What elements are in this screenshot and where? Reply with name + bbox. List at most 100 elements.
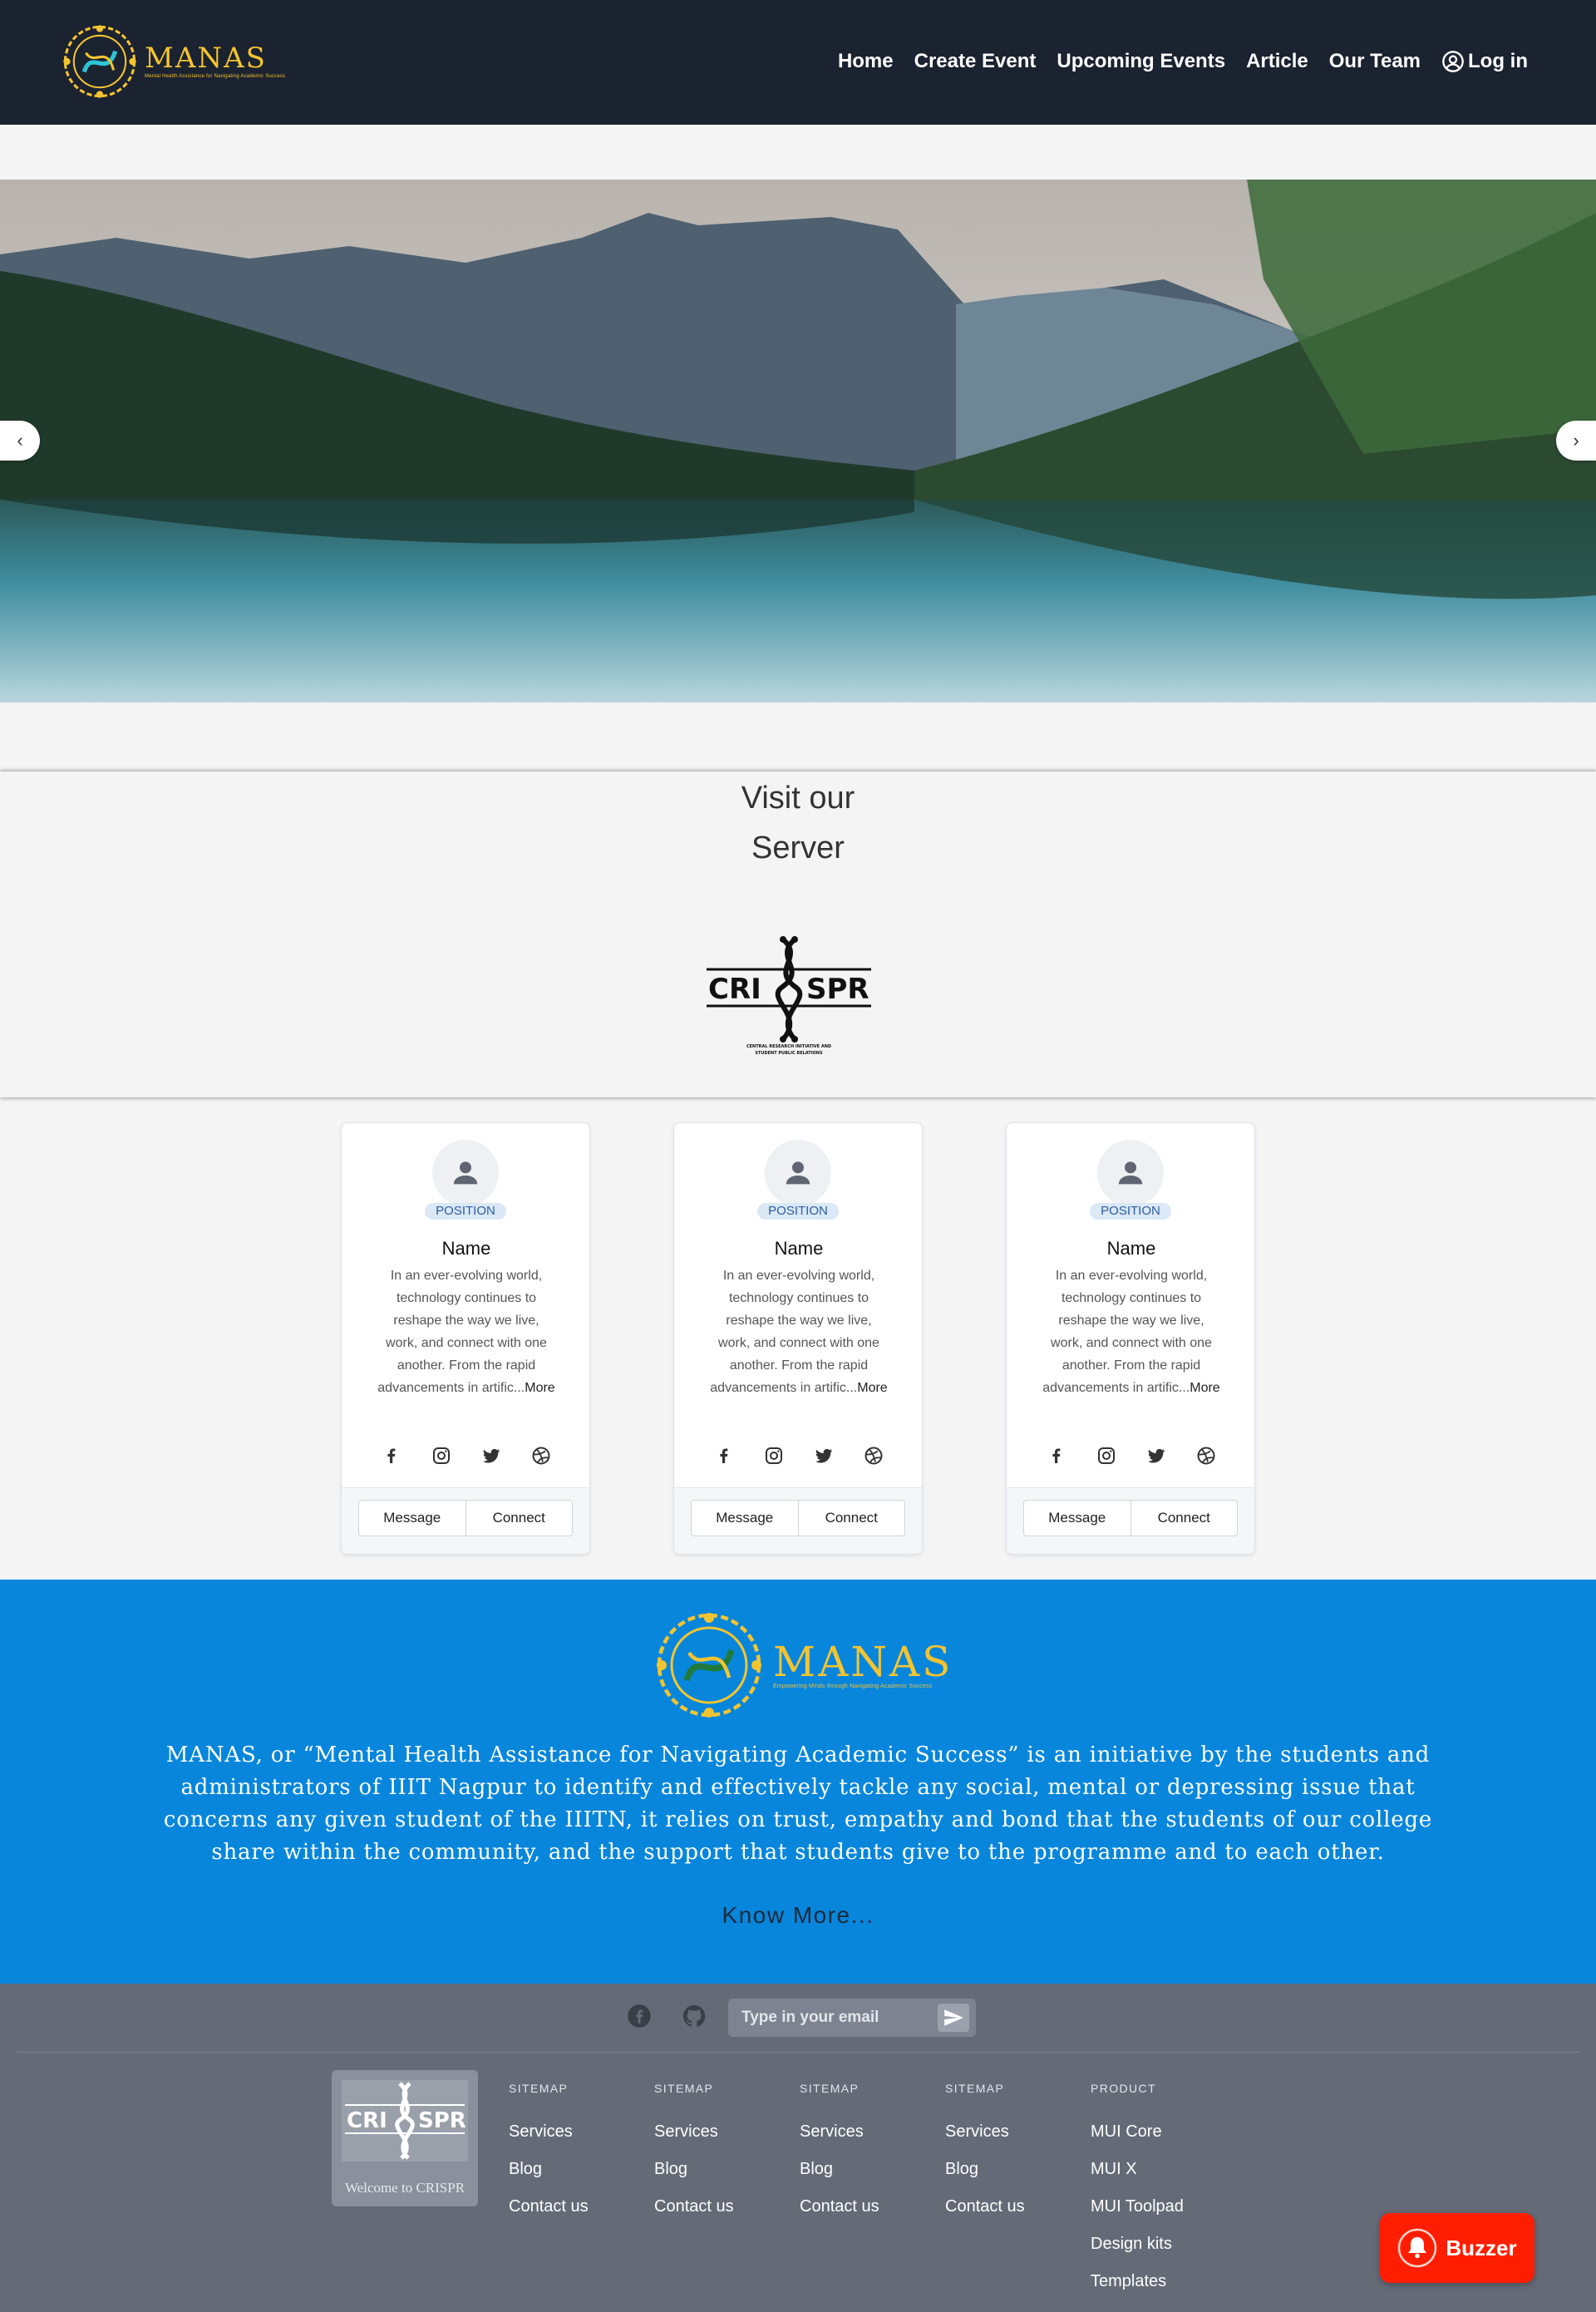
footer-link[interactable]: Templates — [1091, 2263, 1232, 2300]
manas-logo[interactable]: MANAS Mental Health Assistance for Navig… — [57, 18, 285, 105]
card-name: Name — [1106, 1238, 1156, 1259]
know-more-link[interactable]: Know More... — [632, 1902, 964, 1929]
carousel-prev-button[interactable]: ‹ — [0, 421, 40, 461]
login-label: Log in — [1468, 50, 1528, 72]
footer-link[interactable]: MUI Toolpad — [1091, 2188, 1232, 2226]
footer-column: SITEMAP Services Blog Contact us — [945, 2082, 1086, 2226]
email-subscribe — [728, 1999, 976, 2037]
connect-button[interactable]: Connect — [797, 1501, 905, 1536]
footer-link[interactable]: Blog — [654, 2151, 796, 2188]
about-manas-logo: MANAS Empowering Minds through Navigatin… — [647, 1603, 950, 1728]
footer-link[interactable]: Contact us — [654, 2188, 796, 2226]
card-button-group: Message Connect — [1023, 1500, 1238, 1536]
footer-link[interactable]: Contact us — [945, 2188, 1086, 2226]
card-description-text: In an ever-evolving world, technology co… — [377, 1269, 547, 1395]
crispr-caption-1: CENTRAL RESEARCH INITIATIVE AND — [746, 1044, 831, 1049]
connect-button[interactable]: Connect — [465, 1501, 573, 1536]
nav-our-team[interactable]: Our Team — [1329, 50, 1421, 73]
footer-link[interactable]: Services — [800, 2113, 941, 2151]
footer-link[interactable]: Blog — [509, 2151, 650, 2188]
footer-link[interactable]: Contact us — [800, 2188, 941, 2226]
avatar — [765, 1140, 831, 1206]
card-description: In an ever-evolving world, technology co… — [709, 1264, 889, 1399]
twitter-icon[interactable] — [1146, 1446, 1166, 1466]
carousel-next-button[interactable]: › — [1556, 421, 1596, 461]
login-button[interactable]: Log in — [1441, 50, 1528, 73]
chevron-right-icon: › — [1573, 430, 1579, 451]
manas-emblem-icon — [63, 25, 136, 98]
hero-landscape-image — [0, 180, 1596, 702]
nav-create-event[interactable]: Create Event — [914, 50, 1037, 73]
message-button[interactable]: Message — [359, 1501, 466, 1536]
message-button[interactable]: Message — [692, 1501, 798, 1536]
chevron-left-icon: ‹ — [17, 430, 23, 451]
nav-upcoming-events[interactable]: Upcoming Events — [1057, 50, 1225, 73]
footer-brand[interactable]: CRI SPR Welcome to CRISPR — [332, 2070, 478, 2206]
brand-tagline: Mental Health Assistance for Navigating … — [145, 74, 286, 79]
instagram-icon[interactable] — [764, 1446, 784, 1466]
card-actions: Message Connect — [342, 1487, 589, 1554]
more-link[interactable]: More — [1190, 1381, 1219, 1395]
instagram-icon[interactable] — [1096, 1446, 1116, 1466]
avatar — [432, 1140, 499, 1206]
footer-link[interactable]: MUI Core — [1091, 2113, 1232, 2151]
footer-column-title: SITEMAP — [800, 2082, 860, 2095]
card-description-text: In an ever-evolving world, technology co… — [1042, 1269, 1212, 1395]
card-actions: Message Connect — [674, 1487, 922, 1554]
footer-link[interactable]: Design kits — [1091, 2226, 1232, 2263]
footer-link[interactable]: Contact us — [509, 2188, 650, 2226]
about-section: MANAS Empowering Minds through Navigatin… — [0, 1580, 1596, 1984]
footer-link[interactable]: Services — [509, 2113, 650, 2151]
card-description: In an ever-evolving world, technology co… — [377, 1264, 556, 1399]
instagram-icon[interactable] — [431, 1446, 451, 1466]
footer-link[interactable]: Blog — [945, 2151, 1086, 2188]
about-brand-name: MANAS — [773, 1638, 953, 1686]
footer-link[interactable]: MUI X — [1091, 2151, 1232, 2188]
bell-ringing-icon — [1398, 2228, 1437, 2268]
twitter-icon[interactable] — [481, 1446, 501, 1466]
footer-link[interactable]: Services — [654, 2113, 796, 2151]
footer-column: SITEMAP Services Blog Contact us — [654, 2082, 796, 2226]
facebook-icon[interactable] — [382, 1446, 401, 1466]
buzzer-label: Buzzer — [1446, 2235, 1517, 2260]
card-actions: Message Connect — [1007, 1487, 1254, 1554]
footer-column-title: SITEMAP — [509, 2082, 569, 2095]
profile-card: POSITION Name In an ever-evolving world,… — [341, 1122, 590, 1555]
footer-column: PRODUCT MUI Core MUI X MUI Toolpad Design ki… — [1091, 2082, 1232, 2300]
card-social-links — [674, 1446, 924, 1466]
crispr-logo[interactable]: CRI SPR CENTRAL RESEARCH INITIATIVE AND … — [703, 936, 874, 1056]
footer-divider — [17, 2052, 1579, 2053]
message-button[interactable]: Message — [1024, 1501, 1130, 1536]
facebook-icon[interactable] — [714, 1446, 734, 1466]
about-description: MANAS, or “Mental Health Assistance for … — [163, 1743, 1433, 1865]
twitter-icon[interactable] — [814, 1446, 834, 1466]
server-title: Visit our Server — [632, 773, 964, 873]
facebook-icon[interactable] — [1047, 1446, 1066, 1466]
footer-crispr-left: CRI — [347, 2108, 387, 2133]
send-button[interactable] — [938, 2004, 969, 2032]
github-icon[interactable] — [682, 2004, 707, 2029]
connect-button[interactable]: Connect — [1130, 1501, 1238, 1536]
more-link[interactable]: More — [857, 1381, 887, 1395]
server-title-line-2: Server — [751, 831, 845, 865]
dribbble-icon[interactable] — [864, 1446, 884, 1466]
more-link[interactable]: More — [525, 1381, 554, 1395]
footer-link[interactable]: Services — [945, 2113, 1086, 2151]
card-social-links — [1007, 1446, 1256, 1466]
email-input[interactable] — [741, 2007, 938, 2029]
facebook-icon[interactable] — [627, 2004, 652, 2029]
person-icon — [453, 1161, 478, 1185]
nav-home[interactable]: Home — [838, 50, 894, 73]
crispr-logo-left: CRI — [708, 973, 761, 1006]
dribbble-icon[interactable] — [531, 1446, 551, 1466]
footer-link[interactable]: Blog — [800, 2151, 941, 2188]
avatar — [1097, 1140, 1164, 1206]
dribbble-icon[interactable] — [1196, 1446, 1216, 1466]
nav-article[interactable]: Article — [1246, 50, 1308, 73]
profile-card: POSITION Name In an ever-evolving world,… — [1006, 1122, 1255, 1555]
buzzer-button[interactable]: Buzzer — [1380, 2213, 1534, 2283]
account-circle-icon — [1442, 51, 1464, 72]
card-description-text: In an ever-evolving world, technology co… — [710, 1269, 879, 1395]
hero-carousel — [0, 180, 1596, 702]
crispr-logo: CRI SPR — [342, 2080, 468, 2162]
